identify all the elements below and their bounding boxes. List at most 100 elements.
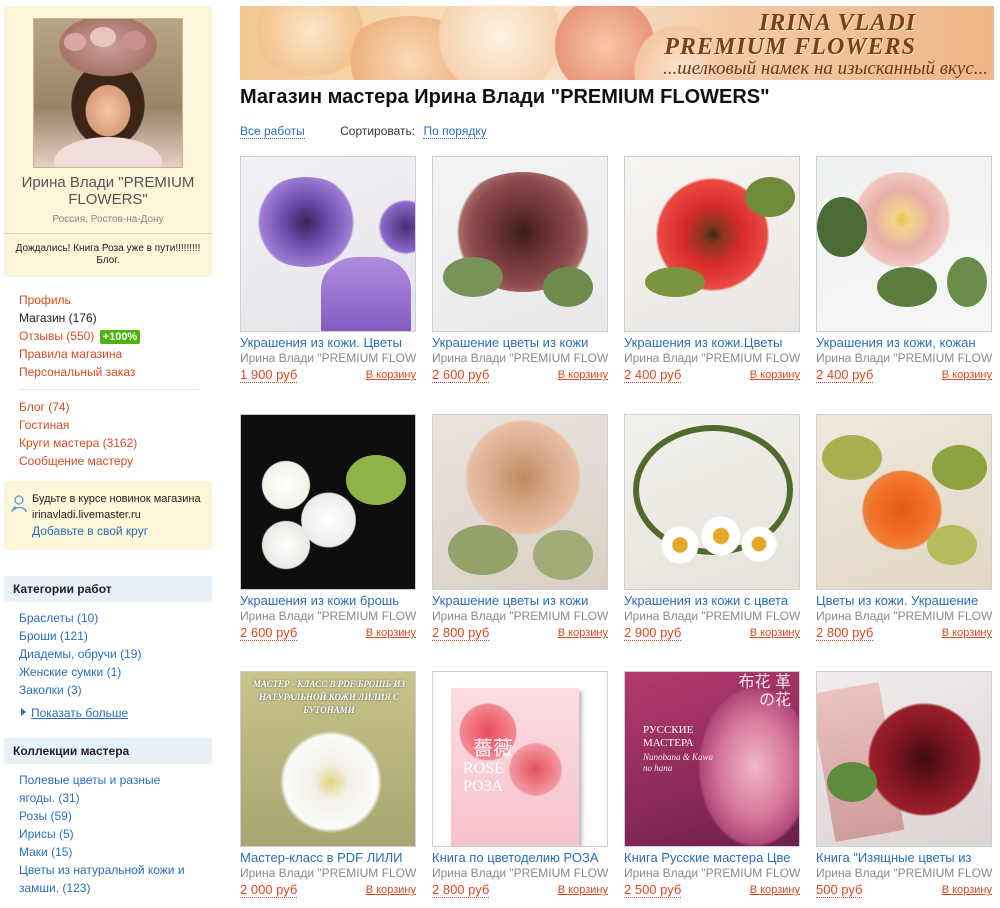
collection-item[interactable]: Цветы из натуральной кожи и замши. (123) <box>19 861 197 897</box>
product-author[interactable]: Ирина Влади "PREMIUM FLOWERS" <box>624 866 800 881</box>
add-to-cart-link[interactable]: В корзину <box>942 881 992 899</box>
product-image[interactable] <box>624 156 800 332</box>
author-status[interactable]: Дождались! Книга Роза уже в пути!!!!!!!!… <box>4 234 212 277</box>
product-image[interactable] <box>240 414 416 590</box>
collection-item[interactable]: Розы (59) <box>19 807 197 825</box>
product-title[interactable]: Украшения из кожи брошь <box>240 593 416 609</box>
sidebar-nav: Профиль Магазин (176) Отзывы (550) +100%… <box>4 277 212 470</box>
category-item[interactable]: Диадемы, обручи (19) <box>19 645 197 663</box>
nav-lounge[interactable]: Гостиная <box>19 416 197 434</box>
collections-heading: Коллекции мастера <box>4 738 212 764</box>
product-image[interactable] <box>816 156 992 332</box>
product-price: 2 600 руб <box>240 625 298 641</box>
add-to-cart-link[interactable]: В корзину <box>366 881 416 899</box>
product-image[interactable] <box>432 156 608 332</box>
add-to-cart-link[interactable]: В корзину <box>750 881 800 899</box>
all-works-link[interactable]: Все работы <box>240 124 305 139</box>
product-image[interactable]: МАСТЕР - КЛАСС В PDF БРОШЬ ИЗ НАТУРАЛЬНО… <box>240 671 416 847</box>
nav-profile[interactable]: Профиль <box>19 291 197 309</box>
product-image[interactable] <box>240 156 416 332</box>
product-image[interactable] <box>624 414 800 590</box>
product-title[interactable]: Украшения из кожи. Цветы <box>240 335 416 351</box>
add-to-cart-link[interactable]: В корзину <box>942 624 992 642</box>
nav-reviews[interactable]: Отзывы (550) +100% <box>19 327 197 345</box>
product-title[interactable]: Украшение цветы из кожи <box>432 593 608 609</box>
collection-item[interactable]: Полевые цветы и разные ягоды. (31) <box>19 771 197 807</box>
product-card: Украшения из кожи брошь Ирина Влади "PRE… <box>240 414 416 642</box>
product-price: 2 900 руб <box>624 625 682 641</box>
product-title[interactable]: Украшение цветы из кожи <box>432 335 608 351</box>
nav-shop[interactable]: Магазин (176) <box>19 309 197 327</box>
product-card: Украшения из кожи, кожан Ирина Влади "PR… <box>816 156 992 384</box>
product-author[interactable]: Ирина Влади "PREMIUM FLOWERS" <box>816 351 992 366</box>
product-card: Украшения из кожи. Цветы Ирина Влади "PR… <box>240 156 416 384</box>
add-to-circle-link[interactable]: Добавьте в свой круг <box>32 524 148 538</box>
product-price: 2 800 руб <box>432 882 490 898</box>
masters-cover-jp: 布花 革の花 <box>738 674 791 709</box>
product-image[interactable] <box>432 414 608 590</box>
category-item[interactable]: Женские сумки (1) <box>19 663 197 681</box>
add-to-cart-link[interactable]: В корзину <box>558 624 608 642</box>
product-image[interactable] <box>816 414 992 590</box>
product-author[interactable]: Ирина Влади "PREMIUM FLOWERS" <box>432 609 608 624</box>
product-author[interactable]: Ирина Влади "PREMIUM FLOWERS" <box>240 351 416 366</box>
product-title[interactable]: Книга по цветоделию РОЗА <box>432 850 608 866</box>
sort-dropdown[interactable]: По порядку <box>423 124 487 139</box>
banner-slogan: ...шелковый намек на изысканный вкус... <box>662 58 988 79</box>
triangle-right-icon <box>21 708 26 716</box>
category-item[interactable]: Браслеты (10) <box>19 609 197 627</box>
product-title[interactable]: Книга "Изящные цветы из <box>816 850 992 866</box>
add-to-cart-link[interactable]: В корзину <box>558 366 608 384</box>
lily-cover-text: МАСТЕР - КЛАСС В PDF БРОШЬ ИЗ НАТУРАЛЬНО… <box>252 679 406 715</box>
show-more-link[interactable]: Показать больше <box>19 704 197 722</box>
collection-item[interactable]: Маки (15) <box>19 843 197 861</box>
product-image[interactable]: 薔薇 ROSE РОЗА <box>432 671 608 847</box>
categories-heading: Категории работ <box>4 576 212 602</box>
product-author[interactable]: Ирина Влади "PREMIUM FLOWERS" <box>432 866 608 881</box>
product-title[interactable]: Украшения из кожи.Цветы <box>624 335 800 351</box>
avatar[interactable] <box>33 18 183 168</box>
product-price: 1 900 руб <box>240 367 298 383</box>
add-to-cart-link[interactable]: В корзину <box>366 366 416 384</box>
nav-shop-rules[interactable]: Правила магазина <box>19 345 197 363</box>
add-to-cart-link[interactable]: В корзину <box>750 624 800 642</box>
product-image[interactable] <box>816 671 992 847</box>
product-image[interactable]: 布花 革の花 РУССКИЕ МАСТЕРА Nunobana & Kawa n… <box>624 671 800 847</box>
product-card: Книга "Изящные цветы из Ирина Влади "PRE… <box>816 671 992 899</box>
masters-cover-ru: РУССКИЕ МАСТЕРА <box>643 724 694 749</box>
nav-circles[interactable]: Круги мастера (3162) <box>19 434 197 452</box>
collection-item[interactable]: Ирисы (5) <box>19 825 197 843</box>
page-title: Магазин мастера Ирина Влади "PREMIUM FLO… <box>240 86 770 108</box>
nav-reviews-label: Отзывы (550) <box>19 329 95 343</box>
product-author[interactable]: Ирина Влади "PREMIUM FLOWERS" <box>816 609 992 624</box>
add-to-cart-link[interactable]: В корзину <box>942 366 992 384</box>
product-title[interactable]: Мастер-класс в PDF ЛИЛИ <box>240 850 416 866</box>
rose-cover-en: ROSE <box>463 760 504 777</box>
shop-banner[interactable]: IRINA VLADI PREMIUM FLOWERS ...шелковый … <box>240 6 994 80</box>
nav-personal-order[interactable]: Персональный заказ <box>19 363 197 381</box>
product-author[interactable]: Ирина Влади "PREMIUM FLOWERS" <box>816 866 992 881</box>
add-to-cart-link[interactable]: В корзину <box>366 624 416 642</box>
product-author[interactable]: Ирина Влади "PREMIUM FLOWERS" <box>432 351 608 366</box>
product-price: 2 600 руб <box>432 367 490 383</box>
product-author[interactable]: Ирина Влади "PREMIUM FLOWERS" <box>240 866 416 881</box>
author-name[interactable]: Ирина Влади "PREMIUM FLOWERS" <box>4 174 212 208</box>
product-author[interactable]: Ирина Влади "PREMIUM FLOWERS" <box>240 609 416 624</box>
category-item[interactable]: Броши (121) <box>19 627 197 645</box>
product-title[interactable]: Украшения из кожи, кожан <box>816 335 992 351</box>
product-price: 2 500 руб <box>624 882 682 898</box>
show-more-label: Показать больше <box>31 706 129 720</box>
product-title[interactable]: Украшения из кожи с цвета <box>624 593 800 609</box>
nav-message[interactable]: Сообщение мастеру <box>19 452 197 470</box>
product-card: Украшение цветы из кожи Ирина Влади "PRE… <box>432 414 608 642</box>
product-title[interactable]: Цветы из кожи. Украшение <box>816 593 992 609</box>
nav-blog[interactable]: Блог (74) <box>19 398 197 416</box>
category-item[interactable]: Заколки (3) <box>19 681 197 699</box>
product-author[interactable]: Ирина Влади "PREMIUM FLOWERS" <box>624 351 800 366</box>
add-to-cart-link[interactable]: В корзину <box>558 881 608 899</box>
product-author[interactable]: Ирина Влади "PREMIUM FLOWERS" <box>624 609 800 624</box>
product-card: 布花 革の花 РУССКИЕ МАСТЕРА Nunobana & Kawa n… <box>624 671 800 899</box>
add-to-cart-link[interactable]: В корзину <box>750 366 800 384</box>
rating-badge: +100% <box>99 330 141 344</box>
product-title[interactable]: Книга Русские мастера Цве <box>624 850 800 866</box>
